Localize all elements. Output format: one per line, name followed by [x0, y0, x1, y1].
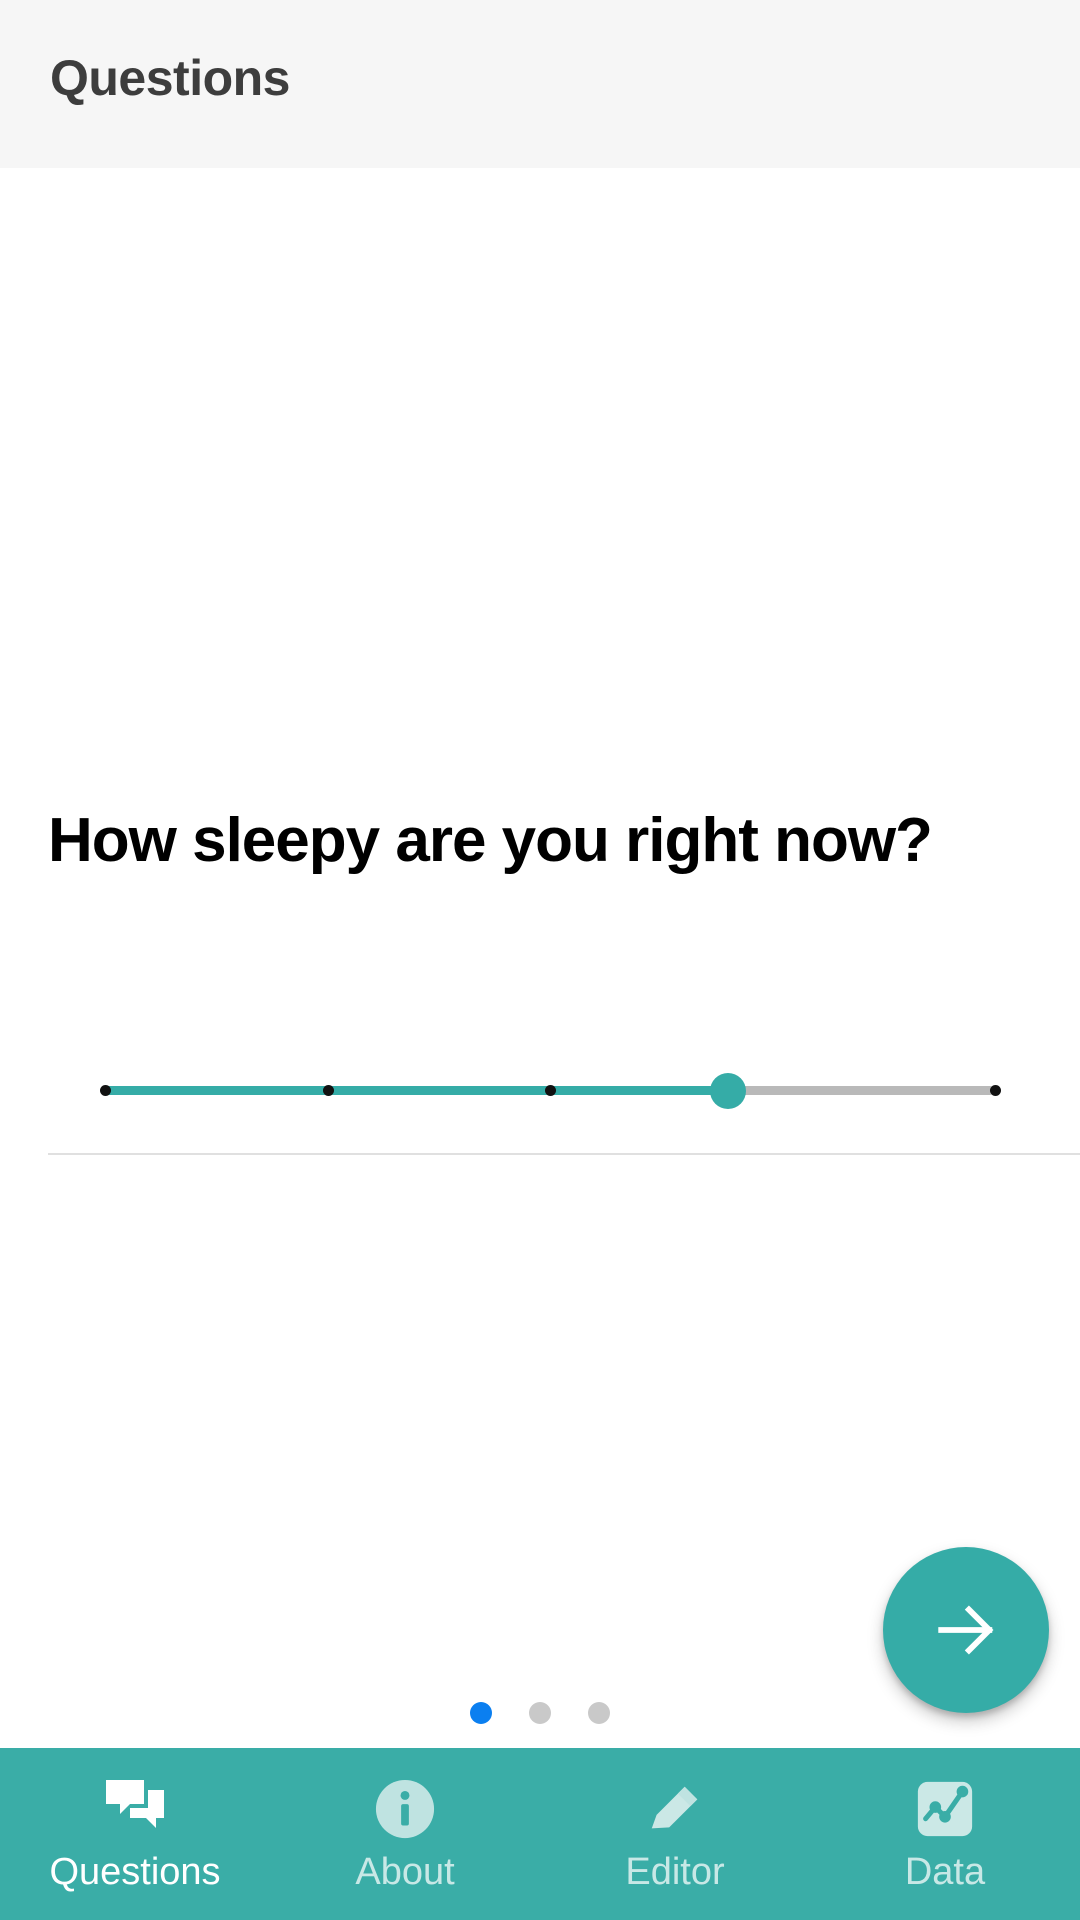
- slider-tick: [100, 1085, 111, 1096]
- slider-track-fill: [105, 1086, 728, 1095]
- nav-item-about[interactable]: About: [270, 1748, 540, 1920]
- question-page: How sleepy are you right now?: [0, 168, 1080, 1740]
- nav-label-editor: Editor: [625, 1851, 725, 1893]
- page-indicator: [0, 1702, 1080, 1724]
- question-prompt: How sleepy are you right now?: [48, 806, 933, 875]
- page-dot-1[interactable]: [470, 1702, 492, 1724]
- slider-tick: [990, 1085, 1001, 1096]
- bottom-navigation: Questions About Editor Data: [0, 1748, 1080, 1920]
- nav-label-about: About: [355, 1851, 455, 1893]
- app-bar: Questions: [0, 0, 1080, 168]
- chat-bubbles-icon: [102, 1774, 168, 1844]
- nav-item-questions[interactable]: Questions: [0, 1748, 270, 1920]
- page-dot-3[interactable]: [588, 1702, 610, 1724]
- slider-tick: [322, 1085, 334, 1096]
- next-button[interactable]: [883, 1547, 1049, 1713]
- nav-item-editor[interactable]: Editor: [540, 1748, 810, 1920]
- nav-label-data: Data: [904, 1851, 986, 1893]
- slider-tick: [545, 1085, 556, 1096]
- arrow-right-icon: [931, 1595, 1001, 1665]
- nav-label-questions: Questions: [49, 1851, 221, 1893]
- section-divider: [48, 1153, 1080, 1155]
- slider-thumb[interactable]: [710, 1073, 746, 1109]
- page-title: Questions: [50, 50, 290, 106]
- chart-square-icon: [914, 1774, 976, 1844]
- pencil-icon: [644, 1774, 706, 1844]
- info-circle-icon: [374, 1774, 436, 1844]
- page-dot-2[interactable]: [529, 1702, 551, 1724]
- sleepiness-slider[interactable]: [0, 1048, 1080, 1128]
- nav-item-data[interactable]: Data: [810, 1748, 1080, 1920]
